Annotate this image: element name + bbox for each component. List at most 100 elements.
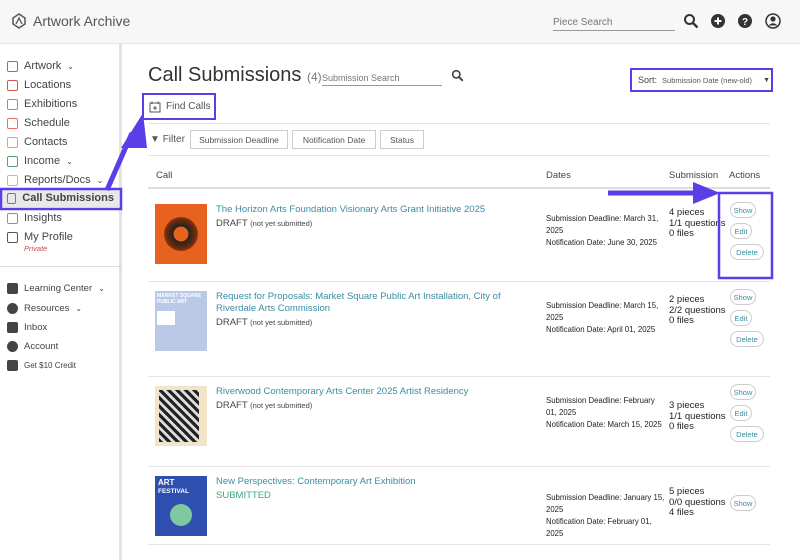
sidebar-item-get-10-credit[interactable]: Get $10 Credit: [7, 360, 76, 371]
call-dates: Submission Deadline: January 15, 2025 Not…: [546, 492, 666, 540]
search-icon[interactable]: [683, 13, 699, 29]
filter-submission-deadline-button[interactable]: Submission Deadline: [190, 130, 288, 149]
sidebar-item-inbox[interactable]: Inbox: [7, 322, 47, 333]
submission-deadline: Submission Deadline: February 01, 2025: [546, 396, 655, 417]
calendar-icon: [7, 117, 18, 129]
delete-button[interactable]: Delete: [730, 244, 764, 260]
info-icon: [7, 303, 18, 314]
call-dates: Submission Deadline: February 01, 2025 No…: [546, 395, 666, 431]
user-circle-icon: [7, 341, 18, 352]
show-button[interactable]: Show: [730, 202, 756, 218]
submission-deadline: Submission Deadline: March 31, 2025: [546, 214, 659, 235]
call-title-link[interactable]: New Perspectives: Contemporary Art Exhib…: [216, 476, 416, 487]
sort-select[interactable]: Sort: Submission Date (new-old) ▼: [630, 68, 773, 92]
call-thumbnail[interactable]: [155, 386, 207, 446]
call-title-link[interactable]: Request for Proposals: Market Square Pub…: [216, 291, 501, 314]
globe-icon: [7, 231, 18, 243]
sidebar-item-schedule[interactable]: Schedule: [7, 117, 70, 129]
document-icon: [7, 174, 18, 186]
find-calls-button[interactable]: Find Calls: [142, 93, 216, 120]
call-dates: Submission Deadline: March 15, 2025 Notif…: [546, 300, 666, 336]
chevron-down-icon: ⌄: [98, 284, 105, 293]
sidebar-item-contacts[interactable]: Contacts: [7, 136, 67, 148]
column-header-submission[interactable]: Submission: [669, 170, 718, 181]
envelope-icon: [7, 322, 18, 333]
logo-icon: [12, 13, 26, 29]
column-header-actions: Actions: [729, 170, 761, 181]
submission-summary: 2 pieces 2/2 questions 0 files: [669, 294, 726, 326]
table-row: ART FESTIVAL New Perspectives: Contempora…: [148, 467, 770, 545]
divider: [148, 123, 770, 124]
notification-date: Notification Date: April 01, 2025: [546, 325, 656, 334]
submission-deadline: Submission Deadline: January 15, 2025: [546, 493, 665, 514]
table-row: MARKET SQUARE PUBLIC ART Request for Prop…: [148, 282, 770, 377]
svg-text:?: ?: [742, 17, 748, 28]
status-badge: DRAFT (not yet submitted): [216, 400, 313, 411]
profile-visibility: Private: [24, 244, 48, 253]
location-arrow-icon: [7, 79, 18, 91]
graduation-cap-icon: [7, 283, 18, 294]
gift-icon: [7, 360, 18, 371]
filter-status-button[interactable]: Status: [380, 130, 424, 149]
app-name: Artwork Archive: [33, 13, 131, 29]
help-icon[interactable]: ?: [737, 13, 753, 29]
sidebar-item-exhibitions[interactable]: Exhibitions: [7, 98, 77, 110]
edit-button[interactable]: Edit: [730, 405, 752, 421]
submission-deadline: Submission Deadline: March 15, 2025: [546, 301, 659, 322]
caret-down-icon: ▼: [763, 76, 770, 84]
show-button[interactable]: Show: [730, 495, 756, 511]
submission-summary: 3 pieces 1/1 questions 0 files: [669, 400, 726, 432]
call-title-link[interactable]: The Horizon Arts Foundation Visionary Ar…: [216, 204, 485, 215]
sidebar-item-my-profile[interactable]: My Profile: [7, 231, 73, 243]
show-button[interactable]: Show: [730, 384, 756, 400]
column-header-call[interactable]: Call: [156, 170, 172, 181]
call-thumbnail[interactable]: MARKET SQUARE PUBLIC ART: [155, 291, 207, 351]
chart-icon: [7, 212, 18, 224]
divider: [148, 155, 770, 156]
status-badge: SUBMITTED: [216, 490, 271, 501]
delete-button[interactable]: Delete: [730, 426, 764, 442]
sidebar-item-insights[interactable]: Insights: [7, 212, 62, 224]
sidebar-item-reports-docs[interactable]: Reports/Docs ⌄: [7, 174, 103, 186]
person-icon: [7, 136, 18, 148]
notification-date: Notification Date: March 15, 2025: [546, 420, 662, 429]
status-badge: DRAFT (not yet submitted): [216, 218, 313, 229]
logo[interactable]: Artwork Archive: [11, 13, 130, 29]
user-icon[interactable]: [765, 13, 781, 29]
show-button[interactable]: Show: [730, 289, 756, 305]
image-icon: [7, 60, 18, 72]
submission-search-input[interactable]: [322, 70, 442, 86]
chevron-down-icon: ⌄: [75, 304, 83, 313]
sidebar-item-learning-center[interactable]: Learning Center ⌄: [7, 283, 105, 294]
chevron-down-icon: ⌄: [96, 175, 104, 185]
sidebar-item-call-submissions[interactable]: Call Submissions: [1, 189, 120, 207]
edit-button[interactable]: Edit: [730, 310, 752, 326]
call-dates: Submission Deadline: March 31, 2025 Notif…: [546, 213, 666, 249]
edit-button[interactable]: Edit: [730, 223, 752, 239]
sidebar-item-locations[interactable]: Locations: [7, 79, 71, 91]
sidebar: Artwork ⌄ Locations Exhibitions Schedule Cont…: [0, 44, 122, 560]
piece-search-input[interactable]: [553, 15, 675, 31]
top-bar: Artwork Archive ?: [0, 0, 800, 44]
sidebar-item-account[interactable]: Account: [7, 341, 58, 352]
plus-circle-icon[interactable]: [710, 13, 726, 29]
call-thumbnail[interactable]: [155, 204, 207, 264]
sort-value: Submission Date (new-old): [662, 75, 753, 85]
table-row: The Horizon Arts Foundation Visionary Ar…: [148, 195, 770, 282]
sort-label: Sort:: [638, 75, 658, 85]
column-header-dates[interactable]: Dates: [546, 170, 571, 181]
money-icon: [7, 155, 18, 167]
call-thumbnail[interactable]: ART FESTIVAL: [155, 476, 207, 536]
search-icon[interactable]: [451, 69, 464, 82]
call-title-link[interactable]: Riverwood Contemporary Arts Center 2025 …: [216, 386, 468, 397]
filter-notification-date-button[interactable]: Notification Date: [292, 130, 376, 149]
chevron-down-icon: ⌄: [67, 61, 74, 71]
submission-summary: 4 pieces 1/1 questions 0 files: [669, 207, 726, 239]
filter-label: ▼ Filter: [150, 134, 185, 145]
sidebar-item-income[interactable]: Income ⌄: [7, 155, 73, 167]
sidebar-item-resources[interactable]: Resources ⌄: [7, 303, 82, 314]
status-badge: DRAFT (not yet submitted): [216, 317, 313, 328]
divider: [148, 187, 770, 189]
sidebar-item-artwork[interactable]: Artwork ⌄: [7, 60, 74, 72]
delete-button[interactable]: Delete: [730, 331, 764, 347]
